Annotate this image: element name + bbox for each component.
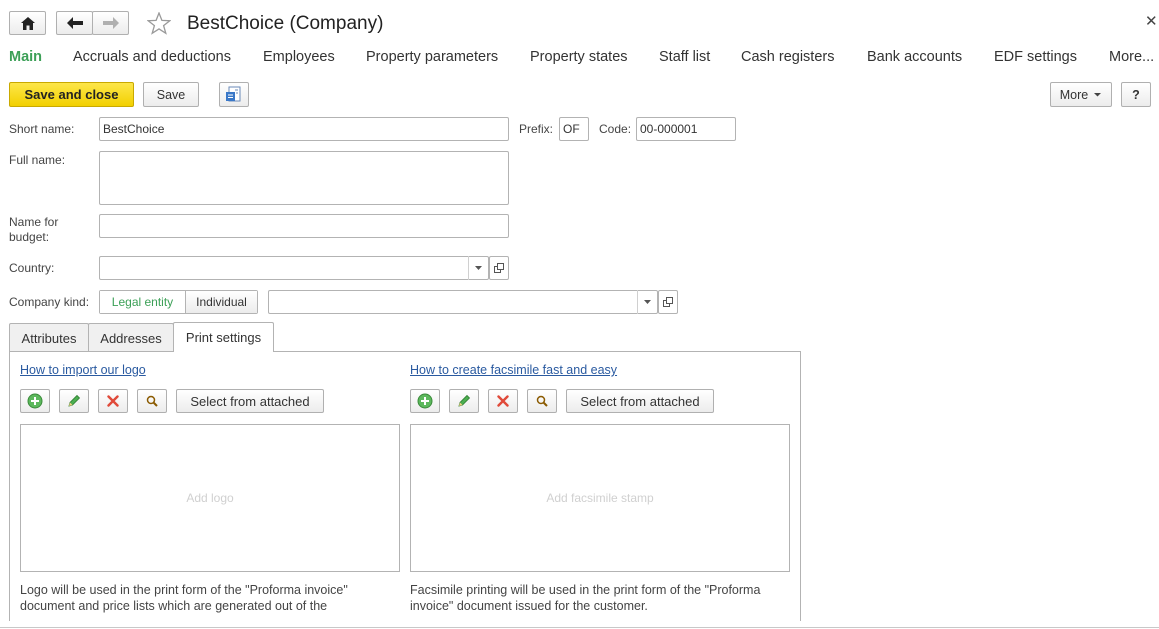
facsimile-view-button[interactable] bbox=[527, 389, 557, 413]
country-select[interactable] bbox=[99, 256, 489, 280]
nav-tab-staff-list[interactable]: Staff list bbox=[659, 49, 710, 65]
kind-option-legal-entity[interactable]: Legal entity bbox=[100, 291, 186, 313]
kind-option-individual[interactable]: Individual bbox=[186, 291, 257, 313]
home-button[interactable] bbox=[9, 11, 46, 35]
tab-attributes[interactable]: Attributes bbox=[9, 323, 89, 352]
print-document-button[interactable] bbox=[219, 82, 249, 107]
logo-delete-button[interactable] bbox=[98, 389, 128, 413]
company-kind-switch: Legal entity Individual bbox=[99, 290, 258, 314]
tab-print-settings[interactable]: Print settings bbox=[173, 322, 274, 352]
home-icon bbox=[20, 16, 35, 30]
short-name-input[interactable] bbox=[99, 117, 509, 141]
arrow-left-icon bbox=[66, 17, 83, 29]
kind-detail-open-button[interactable] bbox=[658, 290, 678, 314]
logo-edit-button[interactable] bbox=[59, 389, 89, 413]
nav-tab-edf-settings[interactable]: EDF settings bbox=[994, 49, 1077, 65]
code-label: Code: bbox=[599, 122, 632, 136]
country-label: Country: bbox=[9, 261, 55, 275]
facsimile-note-line-2: invoice" document issued for the custome… bbox=[410, 599, 648, 613]
add-circle-icon bbox=[27, 393, 43, 409]
facsimile-delete-button[interactable] bbox=[488, 389, 518, 413]
facsimile-edit-button[interactable] bbox=[449, 389, 479, 413]
logo-note-line-2: document and price lists which are gener… bbox=[20, 599, 328, 613]
open-external-icon bbox=[663, 297, 673, 307]
country-open-button[interactable] bbox=[489, 256, 509, 280]
arrow-right-icon bbox=[102, 17, 119, 29]
logo-add-button[interactable] bbox=[20, 389, 50, 413]
open-external-icon bbox=[494, 263, 504, 273]
magnifier-icon bbox=[536, 395, 548, 407]
forward-button[interactable] bbox=[92, 11, 129, 35]
facsimile-note-line-1: Facsimile printing will be used in the p… bbox=[410, 583, 761, 597]
nav-tab-more[interactable]: More... bbox=[1109, 49, 1154, 65]
facsimile-image-area[interactable]: Add facsimile stamp bbox=[410, 424, 790, 572]
chevron-down-icon bbox=[475, 266, 482, 270]
back-button[interactable] bbox=[56, 11, 93, 35]
add-circle-icon bbox=[417, 393, 433, 409]
logo-note: Logo will be used in the print form of t… bbox=[20, 582, 400, 614]
prefix-label: Prefix: bbox=[519, 122, 554, 136]
import-logo-link[interactable]: How to import our logo bbox=[20, 363, 146, 377]
full-name-textarea[interactable] bbox=[99, 151, 509, 205]
facsimile-placeholder: Add facsimile stamp bbox=[546, 491, 654, 505]
country-dropdown-button[interactable] bbox=[468, 256, 488, 280]
nav-tab-accruals[interactable]: Accruals and deductions bbox=[73, 49, 231, 65]
nav-tab-main[interactable]: Main bbox=[9, 49, 42, 65]
company-kind-label: Company kind: bbox=[9, 295, 90, 309]
pencil-icon bbox=[68, 394, 81, 407]
company-kind-detail-select[interactable] bbox=[268, 290, 658, 314]
name-for-budget-label-line-2: budget: bbox=[9, 230, 50, 244]
help-button[interactable]: ? bbox=[1121, 82, 1151, 107]
document-report-icon bbox=[226, 86, 241, 101]
nav-tab-property-parameters[interactable]: Property parameters bbox=[366, 49, 498, 65]
facsimile-select-attached-button[interactable]: Select from attached bbox=[566, 389, 714, 413]
chevron-down-icon bbox=[644, 300, 651, 304]
logo-placeholder: Add logo bbox=[186, 491, 234, 505]
favorite-star-icon[interactable] bbox=[146, 11, 172, 38]
facsimile-note: Facsimile printing will be used in the p… bbox=[410, 582, 790, 614]
magnifier-icon bbox=[146, 395, 158, 407]
name-for-budget-input[interactable] bbox=[99, 214, 509, 238]
full-name-label: Full name: bbox=[9, 153, 66, 167]
more-actions-button[interactable]: More bbox=[1050, 82, 1112, 107]
logo-image-area[interactable]: Add logo bbox=[20, 424, 400, 572]
delete-cross-icon bbox=[107, 395, 119, 407]
create-facsimile-link[interactable]: How to create facsimile fast and easy bbox=[410, 363, 617, 377]
nav-tab-cash-registers[interactable]: Cash registers bbox=[741, 49, 834, 65]
window-title: BestChoice (Company) bbox=[187, 13, 384, 34]
more-label: More bbox=[1059, 87, 1089, 102]
close-icon[interactable]: ✕ bbox=[1145, 12, 1158, 30]
delete-cross-icon bbox=[497, 395, 509, 407]
short-name-label: Short name: bbox=[9, 122, 75, 136]
prefix-input[interactable] bbox=[559, 117, 589, 141]
logo-note-line-1: Logo will be used in the print form of t… bbox=[20, 583, 348, 597]
logo-select-attached-button[interactable]: Select from attached bbox=[176, 389, 324, 413]
save-button[interactable]: Save bbox=[143, 82, 199, 107]
logo-view-button[interactable] bbox=[137, 389, 167, 413]
chevron-down-icon bbox=[1094, 92, 1102, 96]
tab-addresses[interactable]: Addresses bbox=[88, 323, 174, 352]
nav-tab-employees[interactable]: Employees bbox=[263, 49, 335, 65]
pencil-icon bbox=[458, 394, 471, 407]
name-for-budget-label: Name for budget: bbox=[9, 215, 58, 245]
facsimile-add-button[interactable] bbox=[410, 389, 440, 413]
nav-tab-property-states[interactable]: Property states bbox=[530, 49, 628, 65]
window-bottom-border bbox=[0, 627, 1159, 628]
save-and-close-button[interactable]: Save and close bbox=[9, 82, 134, 107]
kind-detail-dropdown-button[interactable] bbox=[637, 290, 657, 314]
nav-tab-bank-accounts[interactable]: Bank accounts bbox=[867, 49, 962, 65]
code-input[interactable] bbox=[636, 117, 736, 141]
name-for-budget-label-line-1: Name for bbox=[9, 215, 59, 229]
